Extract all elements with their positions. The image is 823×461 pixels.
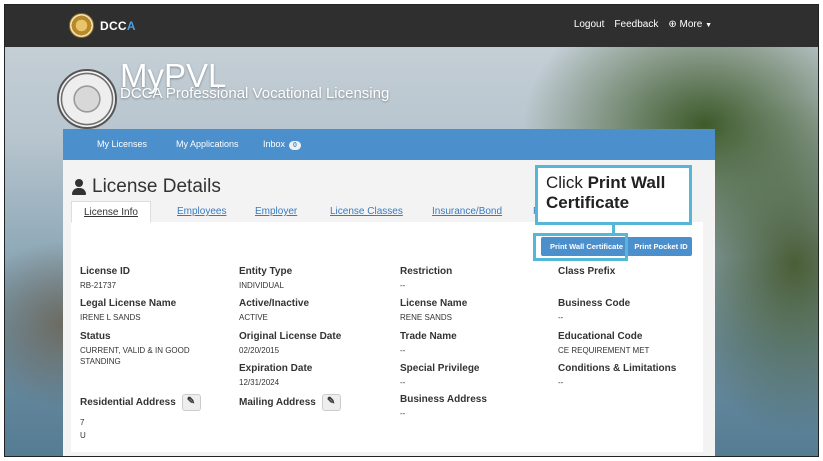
tab-license-info[interactable]: License Info (71, 201, 151, 223)
top-bar: DCCA Logout Feedback ⊕ More ▼ (5, 5, 818, 47)
license-name-value: RENE SANDS (400, 313, 453, 322)
business-address-label: Business Address (400, 394, 487, 405)
educational-code-label: Educational Code (558, 331, 643, 342)
field-class-prefix: Class Prefix (558, 266, 615, 278)
conditions-value: -- (558, 378, 564, 387)
tab-bar: License Info Employees Employer License … (71, 201, 539, 223)
app-subtitle: DCCA Professional Vocational Licensing (120, 85, 390, 102)
top-nav: Logout Feedback ⊕ More ▼ (574, 19, 712, 30)
nav-my-applications[interactable]: My Applications (176, 139, 239, 149)
license-id-label: License ID (80, 266, 131, 277)
field-educational-code: Educational Code CE REQUIREMENT MET (558, 331, 649, 356)
business-address-value: -- (400, 409, 406, 418)
nav-inbox[interactable]: Inbox 0 (263, 139, 301, 150)
logo-text: DCC (100, 19, 127, 33)
class-prefix-label: Class Prefix (558, 266, 616, 277)
state-seal-icon (69, 13, 94, 38)
field-entity-type: Entity Type INDIVIDUAL (239, 266, 292, 291)
tab-employer[interactable]: Employer (255, 201, 297, 223)
field-business-code: Business Code -- (558, 298, 630, 323)
print-wall-certificate-highlight (533, 233, 628, 261)
field-expiration-date: Expiration Date 12/31/2024 (239, 363, 312, 388)
business-code-value: -- (558, 313, 564, 322)
restriction-value: -- (400, 281, 406, 290)
legal-name-value: IRENE L SANDS (80, 313, 141, 322)
tab-employees[interactable]: Employees (177, 201, 226, 223)
entity-type-label: Entity Type (239, 266, 293, 277)
original-date-label: Original License Date (239, 331, 342, 342)
field-conditions-limitations: Conditions & Limitations -- (558, 363, 676, 388)
field-trade-name: Trade Name -- (400, 331, 457, 356)
trade-name-label: Trade Name (400, 331, 457, 342)
screenshot-frame: DCCA Logout Feedback ⊕ More ▼ MyPVL DCCA… (4, 4, 819, 457)
tab-insurance-bond[interactable]: Insurance/Bond (432, 201, 502, 223)
tab-license-classes[interactable]: License Classes (330, 201, 403, 223)
field-license-name: License Name RENE SANDS (400, 298, 467, 323)
status-value: CURRENT, VALID & IN GOOD STANDING (80, 346, 190, 366)
field-license-id: License ID RB-21737 (80, 266, 130, 291)
entity-type-value: INDIVIDUAL (239, 281, 284, 290)
more-menu[interactable]: ⊕ More ▼ (668, 19, 712, 30)
field-restriction: Restriction -- (400, 266, 452, 291)
restriction-label: Restriction (400, 266, 453, 277)
callout-prefix: Click (546, 173, 588, 192)
field-status: Status CURRENT, VALID & IN GOOD STANDING (80, 331, 230, 367)
residential-address-line1: 7 (80, 418, 85, 427)
print-pocket-id-button[interactable]: Print Pocket ID (630, 237, 692, 256)
residential-address-line2: U (80, 431, 86, 440)
more-label: ⊕ More (668, 19, 703, 30)
special-privilege-label: Special Privilege (400, 363, 480, 374)
state-seal-logo (57, 69, 117, 129)
logo-accent: A (126, 19, 136, 33)
mailing-address-label: Mailing Address (239, 397, 316, 409)
field-special-privilege: Special Privilege -- (400, 363, 480, 388)
chevron-down-icon: ▼ (705, 22, 712, 29)
field-active-inactive: Active/Inactive ACTIVE (239, 298, 309, 323)
active-inactive-label: Active/Inactive (239, 298, 310, 309)
license-name-label: License Name (400, 298, 468, 309)
field-residential-address: Residential Address 7 U (80, 394, 201, 441)
residential-address-label: Residential Address (80, 397, 176, 409)
main-nav: My Licenses My Applications Inbox 0 (63, 129, 715, 160)
instruction-callout: Click Print Wall Certificate (535, 165, 692, 225)
nav-my-licenses[interactable]: My Licenses (97, 139, 147, 149)
inbox-label: Inbox (263, 139, 286, 149)
business-code-label: Business Code (558, 298, 631, 309)
license-id-value: RB-21737 (80, 281, 117, 290)
dcca-logo[interactable]: DCCA (100, 19, 136, 33)
field-original-license-date: Original License Date 02/20/2015 (239, 331, 341, 356)
page-heading: License Details (72, 176, 221, 198)
educational-code-value: CE REQUIREMENT MET (558, 346, 650, 355)
legal-name-label: Legal License Name (80, 298, 177, 309)
conditions-label: Conditions & Limitations (558, 363, 677, 374)
status-label: Status (80, 331, 111, 342)
edit-mailing-address-icon[interactable] (321, 394, 341, 411)
field-mailing-address: Mailing Address (239, 394, 341, 411)
edit-residential-address-icon[interactable] (181, 394, 201, 411)
active-inactive-value: ACTIVE (239, 313, 268, 322)
original-date-value: 02/20/2015 (239, 346, 280, 355)
feedback-link[interactable]: Feedback (614, 19, 658, 30)
expiration-date-label: Expiration Date (239, 363, 313, 374)
page-title: License Details (92, 176, 221, 197)
user-icon (72, 179, 86, 195)
field-business-address: Business Address -- (400, 394, 487, 419)
expiration-date-value: 12/31/2024 (239, 378, 280, 387)
field-legal-license-name: Legal License Name IRENE L SANDS (80, 298, 176, 323)
logout-link[interactable]: Logout (574, 19, 605, 30)
special-privilege-value: -- (400, 378, 406, 387)
callout-connector (612, 225, 615, 233)
inbox-count-badge: 0 (289, 141, 301, 150)
trade-name-value: -- (400, 346, 406, 355)
